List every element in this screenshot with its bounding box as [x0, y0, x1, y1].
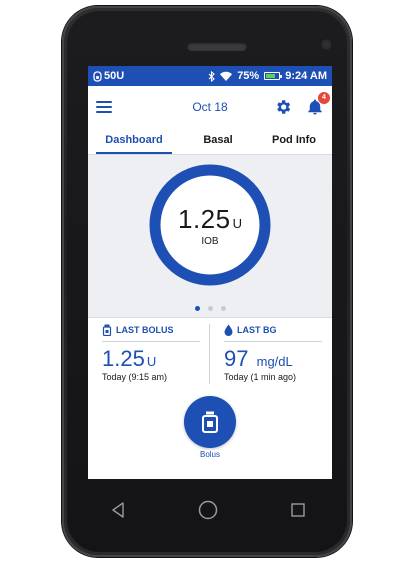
tab-bar: Dashboard Basal Pod Info	[88, 128, 332, 155]
battery-icon	[264, 72, 283, 80]
phone-screen: 50U 75% 9:24 AM Oct 18 4 Dashboard Basal…	[88, 66, 332, 479]
last-bg-header: LAST BG	[224, 324, 322, 342]
insulin-vial-icon	[202, 411, 218, 433]
last-bolus-title: LAST BOLUS	[116, 325, 174, 335]
page-dot[interactable]	[220, 306, 226, 311]
last-bg-amount: 97 mg/dL	[224, 346, 322, 372]
insulin-vial-icon	[102, 324, 112, 336]
earpiece-speaker	[187, 42, 247, 51]
last-bg-value: 97	[224, 346, 249, 371]
notification-badge: 4	[318, 92, 330, 104]
last-bg-time: Today (1 min ago)	[224, 372, 297, 382]
front-camera	[320, 38, 333, 51]
blood-drop-icon	[224, 324, 233, 336]
reservoir-status: 50U	[93, 70, 124, 82]
back-nav-icon[interactable]	[110, 501, 126, 519]
iob-unit: U	[232, 215, 242, 231]
reservoir-level: 50U	[104, 70, 125, 82]
last-bolus-time: Today (9:15 am)	[102, 372, 168, 382]
battery-fill	[266, 74, 276, 78]
tab-pod-info[interactable]: Pod Info	[256, 128, 332, 154]
page-indicator	[88, 306, 332, 311]
app-header: Oct 18 4	[88, 86, 332, 128]
page-dot[interactable]	[194, 306, 200, 311]
bolus-button[interactable]	[184, 396, 236, 448]
last-bg-unit: mg/dL	[256, 354, 293, 369]
last-bolus-value: 1.25	[102, 346, 145, 371]
page-dot[interactable]	[207, 306, 213, 311]
battery-percent: 75%	[237, 70, 260, 82]
iob-label: IOB	[201, 235, 219, 247]
iob-value: 1.25	[178, 203, 231, 234]
bolus-label: Bolus	[199, 450, 220, 459]
system-status: 75% 9:24 AM	[208, 70, 327, 82]
recents-nav-icon[interactable]	[290, 502, 306, 518]
stats-row: LAST BOLUS 1.25 U Today (9:15 am) LAST BG…	[88, 318, 332, 390]
notifications-button[interactable]: 4	[306, 92, 330, 116]
bolus-area: Bolus	[88, 390, 332, 460]
last-bolus-amount: 1.25 U	[102, 346, 200, 372]
last-bg-card: LAST BG 97 mg/dL Today (1 min ago)	[210, 318, 332, 390]
last-bolus-unit: U	[146, 354, 157, 369]
home-nav-icon[interactable]	[197, 499, 219, 521]
clock: 9:24 AM	[285, 70, 327, 82]
menu-icon[interactable]	[96, 101, 112, 113]
last-bg-title: LAST BG	[237, 325, 277, 335]
tab-basal[interactable]: Basal	[180, 128, 256, 154]
status-bar: 50U 75% 9:24 AM	[88, 66, 332, 86]
gear-icon[interactable]	[274, 98, 292, 116]
battery-tip	[280, 75, 283, 78]
iob-panel[interactable]: 1.25 U IOB	[88, 155, 332, 318]
wifi-icon	[220, 71, 233, 81]
last-bolus-header: LAST BOLUS	[102, 324, 200, 342]
iob-readout: 1.25 U IOB	[148, 163, 272, 287]
pod-icon	[93, 70, 102, 82]
header-actions: 4	[274, 92, 330, 116]
tab-dashboard[interactable]: Dashboard	[96, 128, 172, 154]
bluetooth-icon	[208, 70, 216, 82]
last-bolus-card: LAST BOLUS 1.25 U Today (9:15 am)	[88, 318, 210, 390]
